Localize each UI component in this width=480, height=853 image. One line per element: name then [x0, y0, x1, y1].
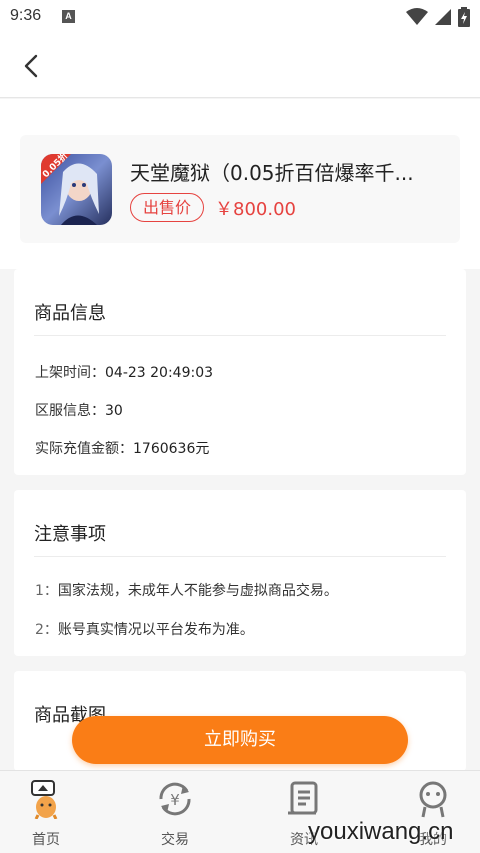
section-title: 注意事项: [34, 524, 106, 545]
tab-home[interactable]: 首页: [1, 779, 91, 849]
status-time: 9:36: [10, 7, 42, 24]
tab-label: 首页: [32, 832, 60, 848]
status-icons: [406, 7, 470, 27]
info-row-listing-time: 上架时间：04-23 20:49:03: [35, 362, 213, 382]
notice-item: 2：账号真实情况以平台发布为准。: [35, 619, 254, 639]
game-title: 天堂魔狱（0.05折百倍爆率千...: [130, 161, 414, 185]
goods-info-section: 商品信息 上架时间：04-23 20:49:03 区服信息：30 实际充值金额：…: [14, 269, 466, 475]
chevron-left-icon: [24, 54, 38, 78]
divider: [34, 335, 446, 336]
info-value: 1760636元: [133, 441, 210, 457]
news-scroll-icon: [288, 781, 318, 815]
notice-section: 注意事项 1：国家法规，未成年人不能参与虚拟商品交易。 2：账号真实情况以平台发…: [14, 490, 466, 656]
info-label: 区服信息：: [35, 403, 105, 419]
game-icon: 0.05折: [41, 154, 112, 225]
back-button[interactable]: [16, 50, 48, 82]
buy-now-button[interactable]: 立即购买: [72, 716, 408, 764]
battery-icon: [458, 7, 470, 27]
tab-trade[interactable]: ¥ 交易: [130, 779, 220, 849]
info-row-server: 区服信息：30: [35, 400, 123, 420]
info-value: 30: [105, 403, 123, 419]
notice-text: 账号真实情况以平台发布为准。: [57, 622, 254, 638]
info-value: 04-23 20:49:03: [105, 365, 214, 381]
watermark-text: youxiwang.cn: [308, 818, 454, 845]
tab-label: 交易: [161, 832, 189, 848]
info-label: 实际充值金额：: [35, 441, 133, 457]
divider: [34, 556, 446, 557]
notice-item: 1：国家法规，未成年人不能参与虚拟商品交易。: [35, 580, 338, 600]
notice-text: 国家法规，未成年人不能参与虚拟商品交易。: [57, 583, 338, 599]
info-row-recharge-amount: 实际充值金额：1760636元: [35, 438, 209, 458]
status-bar: 9:36 A: [0, 0, 480, 34]
exchange-icon: ¥: [159, 782, 191, 816]
notification-a-icon: A: [62, 10, 75, 23]
top-nav-bar: [0, 34, 480, 98]
section-title: 商品信息: [34, 303, 106, 324]
cellular-signal-icon: [435, 9, 451, 25]
notice-number: 2：: [35, 622, 58, 638]
svg-text:¥: ¥: [170, 791, 180, 809]
wifi-icon: [406, 8, 428, 25]
sale-price: ￥800.00: [215, 199, 296, 220]
product-summary-section: 0.05折 天堂魔狱（0.05折百倍爆率千... 出售价 ￥800.00: [0, 99, 480, 269]
notice-number: 1：: [35, 583, 58, 599]
sale-price-tag: 出售价: [130, 193, 205, 222]
info-label: 上架时间：: [35, 365, 105, 381]
profile-face-icon: [419, 781, 447, 818]
product-card[interactable]: 0.05折 天堂魔狱（0.05折百倍爆率千... 出售价 ￥800.00: [20, 135, 460, 243]
home-mascot-icon: [31, 780, 58, 819]
